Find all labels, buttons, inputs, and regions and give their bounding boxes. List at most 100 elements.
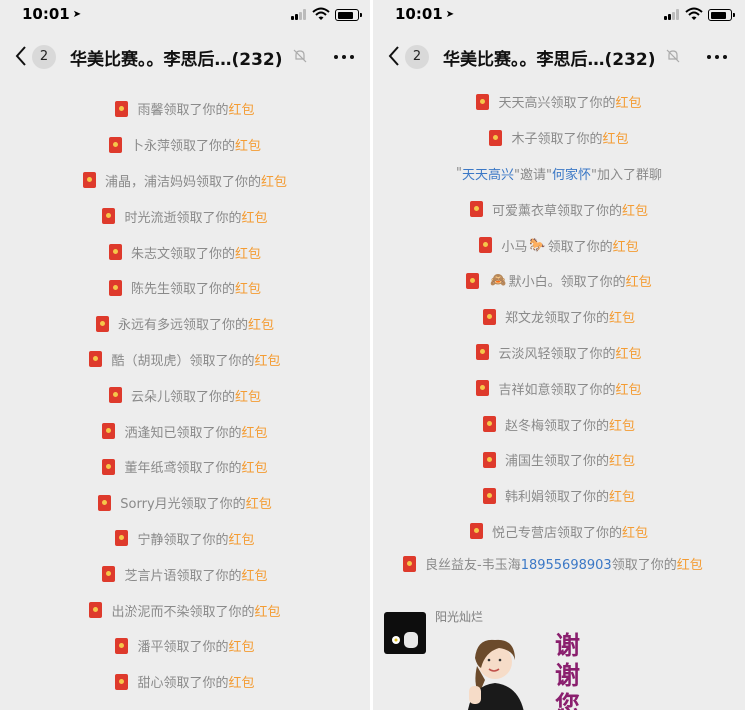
- red-packet-notice: 郑文龙 领取了你的 红包: [373, 299, 745, 335]
- red-packet-notice: 云朵儿 领取了你的 红包: [0, 377, 370, 413]
- right-chat-screen: 10:01 ➤ 2 华美比赛。。李思后…(232) 天天高兴 领取了你的 红包 木子 领取…: [373, 0, 745, 710]
- red-packet-notice: 永远有多远 领取了你的 红包: [0, 306, 370, 342]
- notice-verb: 领取了你的: [176, 568, 242, 584]
- red-packet-icon: [89, 351, 103, 368]
- red-packet-link[interactable]: 红包: [626, 271, 652, 290]
- red-packet-icon: [469, 523, 483, 540]
- avatar[interactable]: [384, 612, 426, 654]
- chat-message-list[interactable]: 天天高兴 领取了你的 红包 木子 领取了你的 红包 " 天天高兴 "邀请" 何家怀 "加入了群聊 可爱…: [373, 80, 745, 710]
- notice-name: 芝言片语: [124, 568, 177, 584]
- red-packet-notice: Sorry月光 领取了你的 红包: [0, 485, 370, 521]
- red-packet-icon: [108, 387, 122, 404]
- red-packet-icon: [95, 315, 109, 332]
- red-packet-link[interactable]: 红包: [229, 99, 255, 118]
- red-packet-notice: 陈先生 领取了你的 红包: [0, 270, 370, 306]
- unread-badge[interactable]: 2: [405, 45, 429, 69]
- red-packet-icon: [115, 530, 129, 547]
- inviter-link[interactable]: 天天高兴: [462, 164, 514, 183]
- notice-verb: 领取了你的: [163, 676, 229, 692]
- red-packet-notice: 朱志文 领取了你的 红包: [0, 234, 370, 270]
- red-packet-link[interactable]: 红包: [609, 307, 635, 326]
- red-packet-icon: [469, 201, 483, 218]
- red-packet-link[interactable]: 红包: [609, 415, 635, 434]
- red-packet-link[interactable]: 红包: [622, 522, 648, 541]
- red-packet-link[interactable]: 红包: [235, 386, 261, 405]
- red-packet-link[interactable]: 红包: [603, 128, 629, 147]
- sticker-image[interactable]: 谢谢您: [433, 628, 593, 710]
- red-packet-icon: [482, 416, 496, 433]
- red-packet-link[interactable]: 红包: [622, 200, 648, 219]
- red-packet-link[interactable]: 红包: [246, 493, 272, 512]
- notice-verb: 领取了你的: [547, 239, 613, 255]
- red-packet-icon: [108, 244, 122, 261]
- sticker-text: 您: [555, 691, 581, 710]
- notice-verb: 领取了你的: [163, 640, 229, 656]
- red-packet-link[interactable]: 红包: [242, 422, 268, 441]
- status-time: 10:01 ➤: [395, 5, 455, 23]
- red-packet-link[interactable]: 红包: [261, 171, 287, 190]
- back-chevron-icon[interactable]: [387, 45, 401, 67]
- red-packet-icon: [115, 100, 129, 117]
- emoji-icon: 🐎: [529, 237, 546, 253]
- notice-verb: 领取了你的: [550, 382, 616, 398]
- notice-name: 卜永萍: [130, 139, 170, 155]
- emoji-icon: 🙈: [490, 273, 507, 289]
- red-packet-link[interactable]: 红包: [235, 278, 261, 297]
- signal-icon: [291, 9, 308, 20]
- red-packet-link[interactable]: 红包: [248, 314, 274, 333]
- unread-badge[interactable]: 2: [32, 45, 56, 69]
- mute-bell-icon: [666, 49, 680, 63]
- notice-verb: 领取了你的: [543, 418, 609, 434]
- notice-name: 潘平: [137, 640, 164, 656]
- notice-name: 韩利娟: [504, 490, 544, 506]
- chat-title[interactable]: 华美比赛。。李思后…(232): [443, 45, 656, 70]
- notice-name: 雨馨: [137, 103, 164, 119]
- red-packet-link[interactable]: 红包: [242, 565, 268, 584]
- red-packet-link[interactable]: 红包: [235, 243, 261, 262]
- notice-name: 浦国生: [504, 454, 544, 470]
- red-packet-icon: [89, 602, 103, 619]
- red-packet-link[interactable]: 红包: [255, 601, 281, 620]
- notice-list: 天天高兴 领取了你的 红包 木子 领取了你的 红包 " 天天高兴 "邀请" 何家怀 "加入了群聊 可爱…: [373, 84, 745, 549]
- invitee-link[interactable]: 何家怀: [552, 164, 591, 183]
- red-packet-link[interactable]: 红包: [616, 92, 642, 111]
- chat-message-list[interactable]: — 雨馨领取了你的红包卜永萍领取了你的红包浦晶，浦洁妈妈领取了你的红包时光流逝领…: [0, 80, 370, 710]
- red-packet-notice: 木子 领取了你的 红包: [373, 120, 745, 156]
- red-packet-link[interactable]: 红包: [229, 529, 255, 548]
- red-packet-link[interactable]: 红包: [616, 343, 642, 362]
- wifi-icon: [312, 7, 330, 20]
- red-packet-link[interactable]: 红包: [242, 207, 268, 226]
- notice-verb: 领取了你的: [543, 490, 609, 506]
- red-packet-link[interactable]: 红包: [229, 636, 255, 655]
- more-options-icon[interactable]: [334, 55, 356, 59]
- chat-title[interactable]: 华美比赛。。李思后…(232): [70, 45, 283, 70]
- back-chevron-icon[interactable]: [14, 45, 28, 67]
- notice-name: 洒逢知已: [124, 425, 177, 441]
- mute-bell-icon: [293, 49, 307, 63]
- phone-link[interactable]: 18955698903: [521, 558, 612, 573]
- red-packet-link[interactable]: 红包: [613, 236, 639, 255]
- red-packet-notice: 赵冬梅 领取了你的 红包: [373, 406, 745, 442]
- red-packet-link[interactable]: 红包: [609, 486, 635, 505]
- notice-name: 默小白。: [508, 275, 561, 291]
- red-packet-icon: [476, 93, 490, 110]
- red-packet-link[interactable]: 红包: [616, 379, 642, 398]
- red-packet-notice: 甜心 领取了你的 红包: [0, 664, 370, 700]
- red-packet-notice: 浦国生 领取了你的 红包: [373, 442, 745, 478]
- notice-name: 朱志文: [130, 246, 170, 262]
- red-packet-link[interactable]: 红包: [609, 450, 635, 469]
- red-packet-link[interactable]: 红包: [677, 558, 703, 573]
- red-packet-link[interactable]: 红包: [235, 135, 261, 154]
- red-packet-link[interactable]: 红包: [242, 457, 268, 476]
- status-bar: 10:01 ➤: [373, 0, 745, 30]
- notice-name: 小马: [501, 239, 528, 255]
- red-packet-notice: 潘平 领取了你的 红包: [0, 628, 370, 664]
- red-packet-notice: 时光流逝 领取了你的 红包: [0, 198, 370, 234]
- more-options-icon[interactable]: [707, 55, 729, 59]
- battery-icon: [335, 9, 362, 21]
- notice-name: 木子: [511, 132, 538, 148]
- notice-verb: 领取了你的: [169, 246, 235, 262]
- red-packet-link[interactable]: 红包: [255, 350, 281, 369]
- red-packet-link[interactable]: 红包: [229, 672, 255, 691]
- red-packet-icon: [479, 237, 493, 254]
